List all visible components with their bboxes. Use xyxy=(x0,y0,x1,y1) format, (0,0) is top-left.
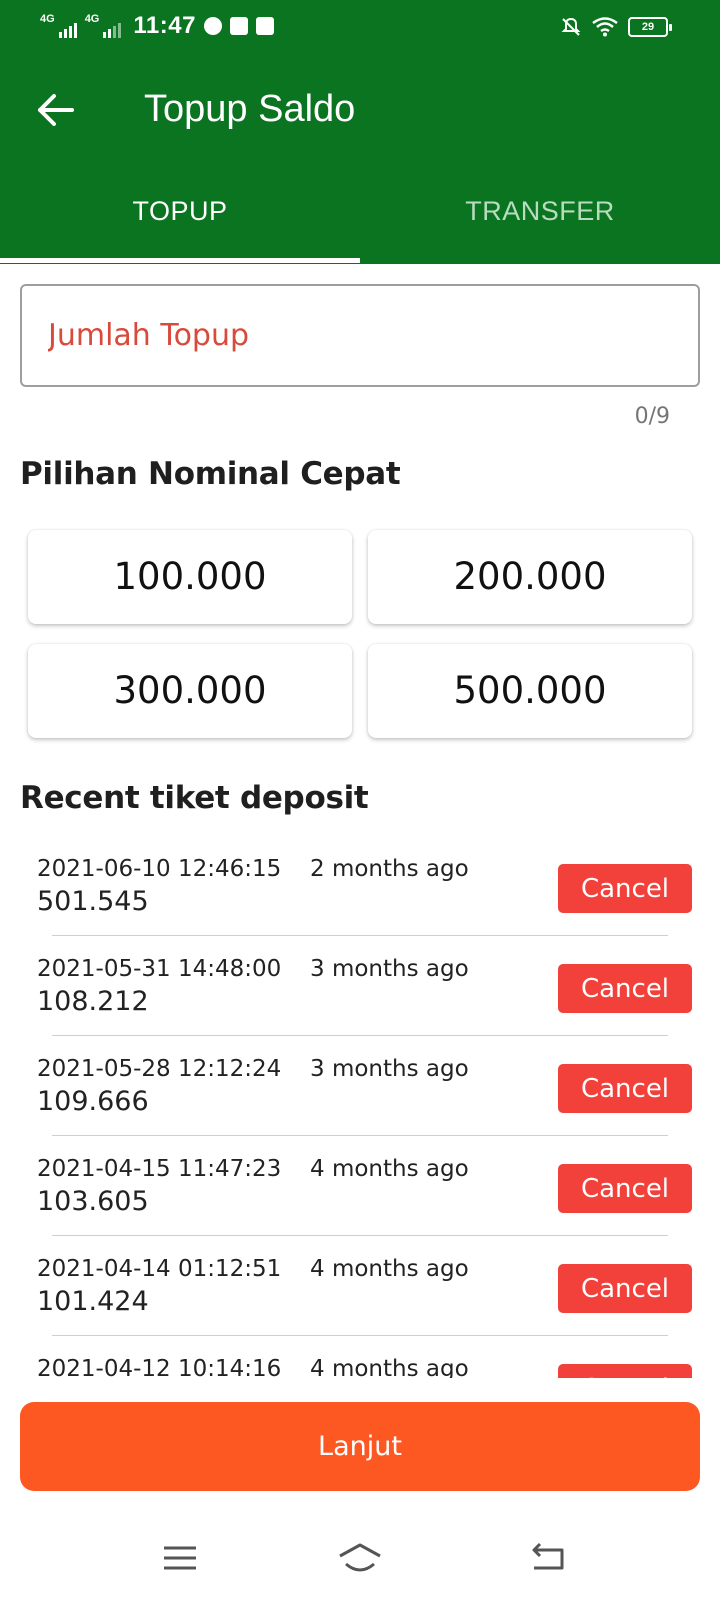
deposit-list[interactable]: 2021-06-10 12:46:15 2 months ago 501.545… xyxy=(0,836,720,1378)
deposit-relative-time: 2 months ago xyxy=(310,856,469,882)
status-time: 11:47 xyxy=(133,12,196,39)
deposit-amount: 109.666 xyxy=(37,1086,149,1117)
nominal-option[interactable]: 200.000 xyxy=(368,530,692,624)
back-nav-icon[interactable] xyxy=(528,1540,568,1576)
battery-icon: 29 xyxy=(628,17,672,37)
tab-bar: TOPUP TRANSFER xyxy=(0,186,720,264)
cancel-button[interactable]: Cancel xyxy=(558,964,692,1013)
list-item: 2021-04-14 01:12:51 4 months ago 101.424… xyxy=(0,1236,720,1336)
status-bar: 4G 4G 11:47 29 xyxy=(0,0,720,56)
list-item: 2021-05-28 12:12:24 3 months ago 109.666… xyxy=(0,1036,720,1136)
topup-amount-field[interactable] xyxy=(20,284,700,387)
wifi-icon xyxy=(592,17,618,37)
topup-screen: 4G 4G 11:47 29 Topup Saldo TOPUP TRANSFE… xyxy=(0,0,720,1600)
deposit-relative-time: 3 months ago xyxy=(310,1056,469,1082)
deposit-relative-time: 4 months ago xyxy=(310,1156,469,1182)
list-item: 2021-04-15 11:47:23 4 months ago 103.605… xyxy=(0,1136,720,1236)
home-icon[interactable] xyxy=(336,1540,384,1576)
deposit-datetime: 2021-05-31 14:48:00 xyxy=(37,956,282,982)
continue-button[interactable]: Lanjut xyxy=(20,1402,700,1491)
deposit-relative-time: 4 months ago xyxy=(310,1356,469,1378)
deposit-datetime: 2021-04-15 11:47:23 xyxy=(37,1156,282,1182)
system-nav-bar xyxy=(0,1512,720,1600)
character-counter: 0/9 xyxy=(634,404,670,429)
tab-transfer[interactable]: TRANSFER xyxy=(360,186,720,264)
topup-amount-input[interactable] xyxy=(22,286,698,385)
nominal-option[interactable]: 500.000 xyxy=(368,644,692,738)
deposit-datetime: 2021-05-28 12:12:24 xyxy=(37,1056,282,1082)
tab-topup[interactable]: TOPUP xyxy=(0,186,360,264)
deposit-relative-time: 3 months ago xyxy=(310,956,469,982)
cancel-button[interactable]: Cancel xyxy=(558,1164,692,1213)
deposit-amount: 101.424 xyxy=(37,1286,149,1317)
mute-bell-icon xyxy=(561,17,581,36)
cancel-button[interactable]: Cancel xyxy=(558,1364,692,1378)
back-arrow-icon[interactable] xyxy=(36,90,76,130)
app-notification-icon xyxy=(229,17,248,35)
list-item: 2021-04-12 10:14:16 4 months ago Cancel xyxy=(0,1336,720,1378)
tab-indicator xyxy=(0,258,360,263)
signal-icon-2: 4G xyxy=(85,14,122,38)
cancel-button[interactable]: Cancel xyxy=(558,864,692,913)
nominal-option[interactable]: 300.000 xyxy=(28,644,352,738)
network-type-1: 4G xyxy=(40,13,55,25)
page-title: Topup Saldo xyxy=(144,88,356,130)
menu-icon[interactable] xyxy=(160,1540,200,1576)
cancel-button[interactable]: Cancel xyxy=(558,1264,692,1313)
deposit-amount: 103.605 xyxy=(37,1186,149,1217)
app-bar: 4G 4G 11:47 29 Topup Saldo TOPUP TRANSFE… xyxy=(0,0,720,264)
deposit-amount: 501.545 xyxy=(37,886,149,917)
quick-nominal-title: Pilihan Nominal Cepat xyxy=(20,456,401,492)
status-left: 4G 4G 11:47 xyxy=(40,12,274,40)
cancel-button[interactable]: Cancel xyxy=(558,1064,692,1113)
signal-icon: 4G xyxy=(40,14,77,38)
list-item: 2021-05-31 14:48:00 3 months ago 108.212… xyxy=(0,936,720,1036)
mail-icon xyxy=(255,17,274,35)
list-item: 2021-06-10 12:46:15 2 months ago 501.545… xyxy=(0,836,720,936)
nominal-option[interactable]: 100.000 xyxy=(28,530,352,624)
deposit-amount: 108.212 xyxy=(37,986,149,1017)
recent-deposit-title: Recent tiket deposit xyxy=(20,780,369,816)
deposit-datetime: 2021-04-12 10:14:16 xyxy=(37,1356,282,1378)
deposit-relative-time: 4 months ago xyxy=(310,1256,469,1282)
network-type-2: 4G xyxy=(84,13,100,25)
deposit-datetime: 2021-06-10 12:46:15 xyxy=(37,856,282,882)
status-right: 29 xyxy=(560,16,672,38)
telegram-icon xyxy=(203,17,222,35)
deposit-datetime: 2021-04-14 01:12:51 xyxy=(37,1256,282,1282)
